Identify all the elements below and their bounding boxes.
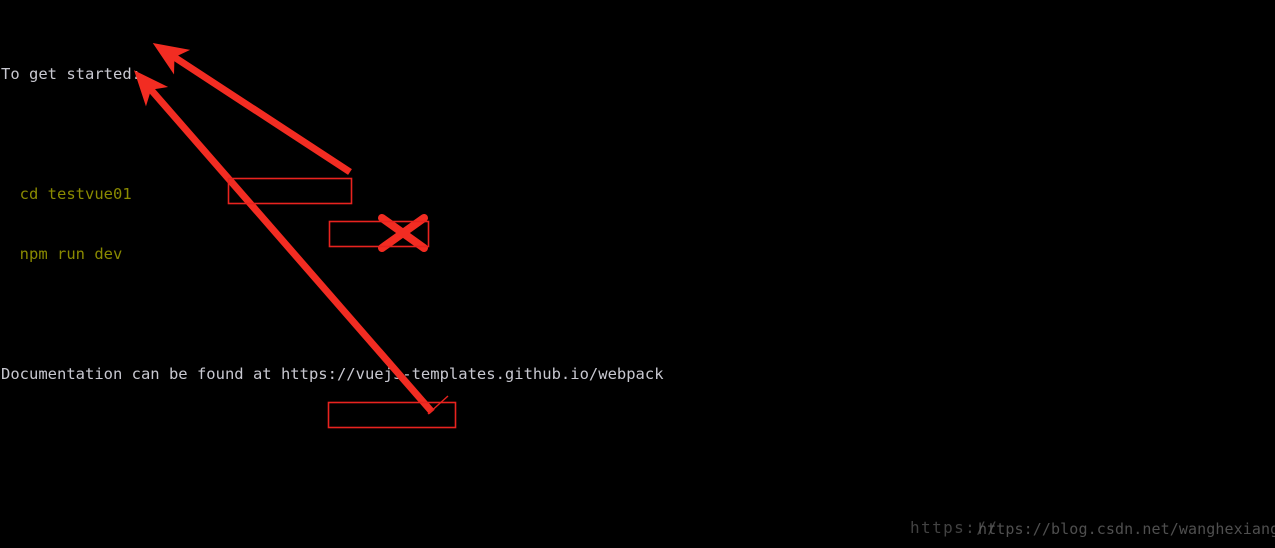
command-prompt-window: To get started: cd testvue01 npm run dev… [0, 0, 1275, 548]
console-line-documentation: Documentation can be found at https://vu… [1, 365, 664, 383]
console-line-hint-cd: cd testvue01 [1, 185, 132, 203]
console-line-hint-npm-run-dev: npm run dev [1, 245, 123, 263]
console-line-get-started: To get started: [1, 65, 141, 83]
watermark-csdn-url: https://blog.csdn.net/wanghexiang1121 [978, 520, 1275, 538]
console-output[interactable]: To get started: cd testvue01 npm run dev… [0, 0, 1275, 548]
